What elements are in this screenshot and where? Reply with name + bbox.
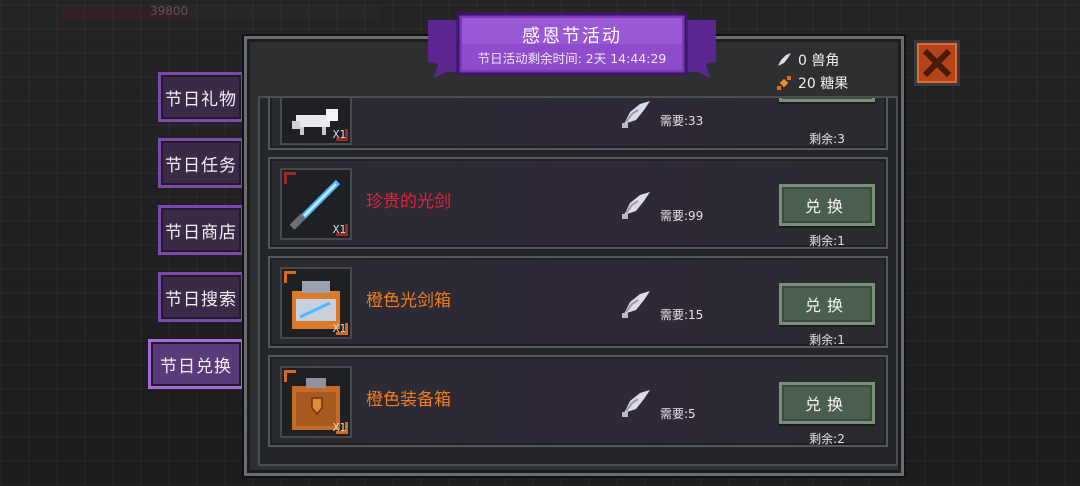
item-quantity: X1 <box>332 322 346 335</box>
background-hud-number: 39800 <box>150 4 189 18</box>
currency-horn-text: 0 兽角 <box>798 53 840 69</box>
exchange-button[interactable]: 兑换 <box>779 382 875 424</box>
currency-candy: 20 糖果 <box>776 73 848 93</box>
item-slot: X1 <box>280 366 352 438</box>
close-icon <box>922 48 952 78</box>
exchange-button[interactable]: 兑换 <box>779 184 875 226</box>
tab-label: 节日兑换 <box>160 356 232 377</box>
item-cost: 需要:15 <box>660 308 704 322</box>
item-quantity: X1 <box>332 223 346 236</box>
currency-candy-text: 20 糖果 <box>798 76 849 92</box>
horn-icon <box>622 192 650 219</box>
exchange-button[interactable]: 兑换 <box>779 283 875 325</box>
item-slot: X1 <box>280 267 352 339</box>
event-countdown: 节日活动剩余时间: 2天 14:44:29 <box>477 51 667 66</box>
tab-label: 节日搜索 <box>165 289 237 310</box>
item-cost: 需要:99 <box>660 209 704 223</box>
item-row: X1 珍贵的光剑 需要:99 兑换 剩余:1 <box>268 157 888 249</box>
tab-holiday-shop[interactable]: 节日商店 <box>158 205 244 255</box>
horn-icon <box>778 53 791 66</box>
event-title: 感恩节活动 <box>522 26 622 47</box>
close-button[interactable] <box>914 40 960 86</box>
horn-icon <box>622 291 650 318</box>
tab-label: 节日商店 <box>165 222 237 243</box>
item-name: 橙色光剑箱 <box>366 291 451 311</box>
horn-icon <box>622 101 650 128</box>
tab-holiday-exchange[interactable]: 节日兑换 <box>148 339 244 389</box>
candy-icon <box>777 76 791 90</box>
event-banner: 感恩节活动 节日活动剩余时间: 2天 14:44:29 <box>428 12 716 78</box>
rarity-corner <box>284 271 296 283</box>
item-name: 橙色装备箱 <box>366 390 451 410</box>
exchange-button-label: 兑换 <box>804 197 849 216</box>
tab-holiday-gift[interactable]: 节日礼物 <box>158 72 244 122</box>
tab-label: 节日礼物 <box>165 89 237 110</box>
exchange-button-label: 兑换 <box>804 296 849 315</box>
item-quantity: X1 <box>332 128 346 141</box>
item-cost: 需要:33 <box>660 114 704 128</box>
item-remaining: 剩余:1 <box>809 333 845 347</box>
tab-label: 节日任务 <box>165 155 237 176</box>
background-hud-bar <box>60 6 380 20</box>
item-remaining: 剩余:2 <box>809 432 845 446</box>
currency-horn: 0 兽角 <box>776 50 839 70</box>
tab-holiday-task[interactable]: 节日任务 <box>158 138 244 188</box>
game-screen: 39800 节日礼物 节日任务 节日商店 节日搜索 节日兑换 X1 需要:33 <box>0 0 1080 486</box>
item-row: X1 橙色光剑箱 需要:15 兑换 剩余:1 <box>268 256 888 348</box>
exchange-button-label: 兑换 <box>804 395 849 414</box>
horn-icon <box>622 390 650 417</box>
item-remaining: 剩余:1 <box>809 234 845 248</box>
rarity-corner <box>284 172 296 184</box>
rarity-corner <box>284 370 296 382</box>
item-row: X1 橙色装备箱 需要:5 兑换 剩余:2 <box>268 355 888 447</box>
item-slot: X1 <box>280 168 352 240</box>
item-name: 珍贵的光剑 <box>366 192 451 212</box>
item-quantity: X1 <box>332 421 346 434</box>
item-remaining: 剩余:3 <box>809 132 845 146</box>
tab-holiday-search[interactable]: 节日搜索 <box>158 272 244 322</box>
item-cost: 需要:5 <box>660 407 696 421</box>
